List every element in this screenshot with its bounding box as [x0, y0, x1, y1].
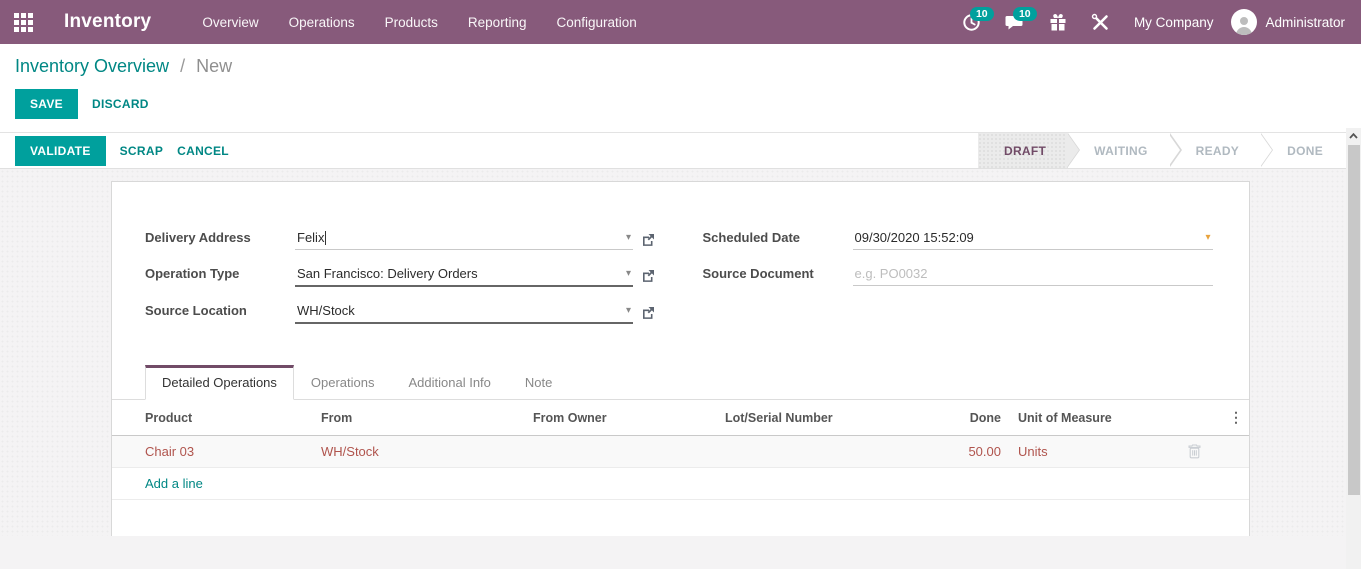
breadcrumb-current: New — [196, 56, 232, 76]
operation-type-field[interactable]: San Francisco: Delivery Orders ▾ — [295, 264, 633, 287]
source-location-dropdown-icon[interactable]: ▾ — [618, 305, 631, 316]
menu-products[interactable]: Products — [374, 2, 449, 43]
activity-count-badge: 10 — [970, 7, 994, 21]
menu-reporting[interactable]: Reporting — [457, 2, 538, 43]
form-action-buttons: SAVE DISCARD — [15, 89, 1346, 119]
delete-row-icon[interactable] — [1188, 444, 1245, 459]
col-header-uom[interactable]: Unit of Measure — [1005, 400, 1155, 436]
add-a-line-link[interactable]: Add a line — [145, 476, 203, 491]
col-header-from-owner[interactable]: From Owner — [500, 400, 692, 436]
top-navbar: Inventory Overview Operations Products R… — [0, 0, 1361, 44]
messages-button[interactable]: 10 — [995, 5, 1035, 40]
cell-lot-serial[interactable] — [692, 436, 922, 468]
systray: 10 10 My Company Administrator — [952, 5, 1345, 40]
status-pipeline: DRAFT WAITING READY DONE — [978, 133, 1345, 168]
col-header-from[interactable]: From — [288, 400, 500, 436]
tab-additional-info[interactable]: Additional Info — [392, 365, 508, 400]
control-panel: Inventory Overview / New SAVE DISCARD — [0, 44, 1361, 133]
breadcrumb-parent-link[interactable]: Inventory Overview — [15, 56, 169, 76]
delivery-address-external-link-icon[interactable] — [642, 233, 655, 246]
cell-done[interactable]: 50.00 — [922, 436, 1005, 468]
form-view-background: Delivery Address Felix ▾ Operation Type — [0, 169, 1361, 536]
scheduled-date-label: Scheduled Date — [703, 228, 853, 245]
cell-uom[interactable]: Units — [1005, 436, 1155, 468]
status-step-done[interactable]: DONE — [1261, 133, 1345, 168]
app-title: Inventory — [64, 11, 151, 33]
apps-grid-icon — [14, 13, 33, 32]
breadcrumb-separator: / — [180, 56, 185, 76]
vertical-scrollbar[interactable] — [1346, 128, 1361, 569]
table-row[interactable]: Chair 03 WH/Stock 50.00 Units — [112, 436, 1249, 468]
add-line-row: Add a line — [112, 468, 1249, 500]
delivery-address-label: Delivery Address — [145, 228, 295, 245]
scheduled-date-field[interactable]: 09/30/2020 15:52:09 ▾ — [853, 228, 1213, 250]
cell-from[interactable]: WH/Stock — [288, 436, 500, 468]
tab-detailed-operations[interactable]: Detailed Operations — [145, 365, 294, 400]
apps-menu-button[interactable] — [0, 0, 46, 44]
source-location-field[interactable]: WH/Stock ▾ — [295, 301, 633, 324]
cell-product[interactable]: Chair 03 — [112, 436, 288, 468]
message-count-badge: 10 — [1013, 7, 1037, 21]
col-header-product[interactable]: Product — [112, 400, 288, 436]
save-button[interactable]: SAVE — [15, 89, 78, 119]
tab-operations[interactable]: Operations — [294, 365, 392, 400]
optional-columns-icon[interactable]: ⋮ — [1155, 400, 1249, 436]
validate-button[interactable]: VALIDATE — [15, 136, 106, 166]
scroll-up-arrow-icon[interactable] — [1346, 128, 1361, 144]
operation-type-dropdown-icon[interactable]: ▾ — [618, 268, 631, 279]
text-cursor — [325, 231, 326, 245]
scrollbar-thumb[interactable] — [1348, 145, 1360, 495]
col-header-done[interactable]: Done — [922, 400, 1005, 436]
wrench-screwdriver-icon — [1091, 13, 1110, 32]
status-step-waiting[interactable]: WAITING — [1068, 133, 1169, 168]
activities-button[interactable]: 10 — [952, 5, 991, 40]
operation-type-label: Operation Type — [145, 264, 295, 281]
user-menu[interactable]: Administrator — [1231, 9, 1345, 35]
operation-type-external-link-icon[interactable] — [642, 269, 655, 282]
source-document-field-wrap — [853, 264, 1213, 286]
user-name: Administrator — [1265, 15, 1345, 30]
detailed-operations-table: Product From From Owner Lot/Serial Numbe… — [112, 400, 1249, 500]
discard-button[interactable]: DISCARD — [92, 97, 149, 111]
source-location-label: Source Location — [145, 301, 295, 318]
menu-overview[interactable]: Overview — [191, 2, 269, 43]
notebook-tabs: Detailed Operations Operations Additiona… — [112, 364, 1249, 400]
scrap-button[interactable]: SCRAP — [120, 144, 164, 158]
delivery-address-dropdown-icon[interactable]: ▾ — [618, 232, 631, 243]
delivery-address-field[interactable]: Felix ▾ — [295, 228, 633, 250]
menu-configuration[interactable]: Configuration — [545, 2, 647, 43]
cancel-button[interactable]: CANCEL — [177, 144, 229, 158]
scheduled-date-dropdown-icon[interactable]: ▾ — [1197, 232, 1210, 243]
table-header-row: Product From From Owner Lot/Serial Numbe… — [112, 400, 1249, 436]
company-switcher[interactable]: My Company — [1124, 15, 1228, 30]
col-header-lot-serial[interactable]: Lot/Serial Number — [692, 400, 922, 436]
status-step-ready[interactable]: READY — [1170, 133, 1262, 168]
debug-tools-button[interactable] — [1081, 5, 1120, 40]
source-document-input[interactable] — [855, 264, 1211, 285]
gift-icon — [1049, 13, 1067, 32]
user-avatar — [1231, 9, 1257, 35]
source-location-external-link-icon[interactable] — [642, 306, 655, 319]
main-menu: Overview Operations Products Reporting C… — [191, 2, 647, 43]
cell-from-owner[interactable] — [500, 436, 692, 468]
breadcrumb: Inventory Overview / New — [15, 56, 1346, 77]
record-statusbar: VALIDATE SCRAP CANCEL DRAFT WAITING READ… — [0, 133, 1361, 169]
gift-button[interactable] — [1039, 5, 1077, 40]
status-step-draft[interactable]: DRAFT — [978, 133, 1068, 168]
menu-operations[interactable]: Operations — [278, 2, 366, 43]
form-sheet: Delivery Address Felix ▾ Operation Type — [111, 181, 1250, 536]
tab-note[interactable]: Note — [508, 365, 569, 400]
source-document-label: Source Document — [703, 264, 853, 281]
